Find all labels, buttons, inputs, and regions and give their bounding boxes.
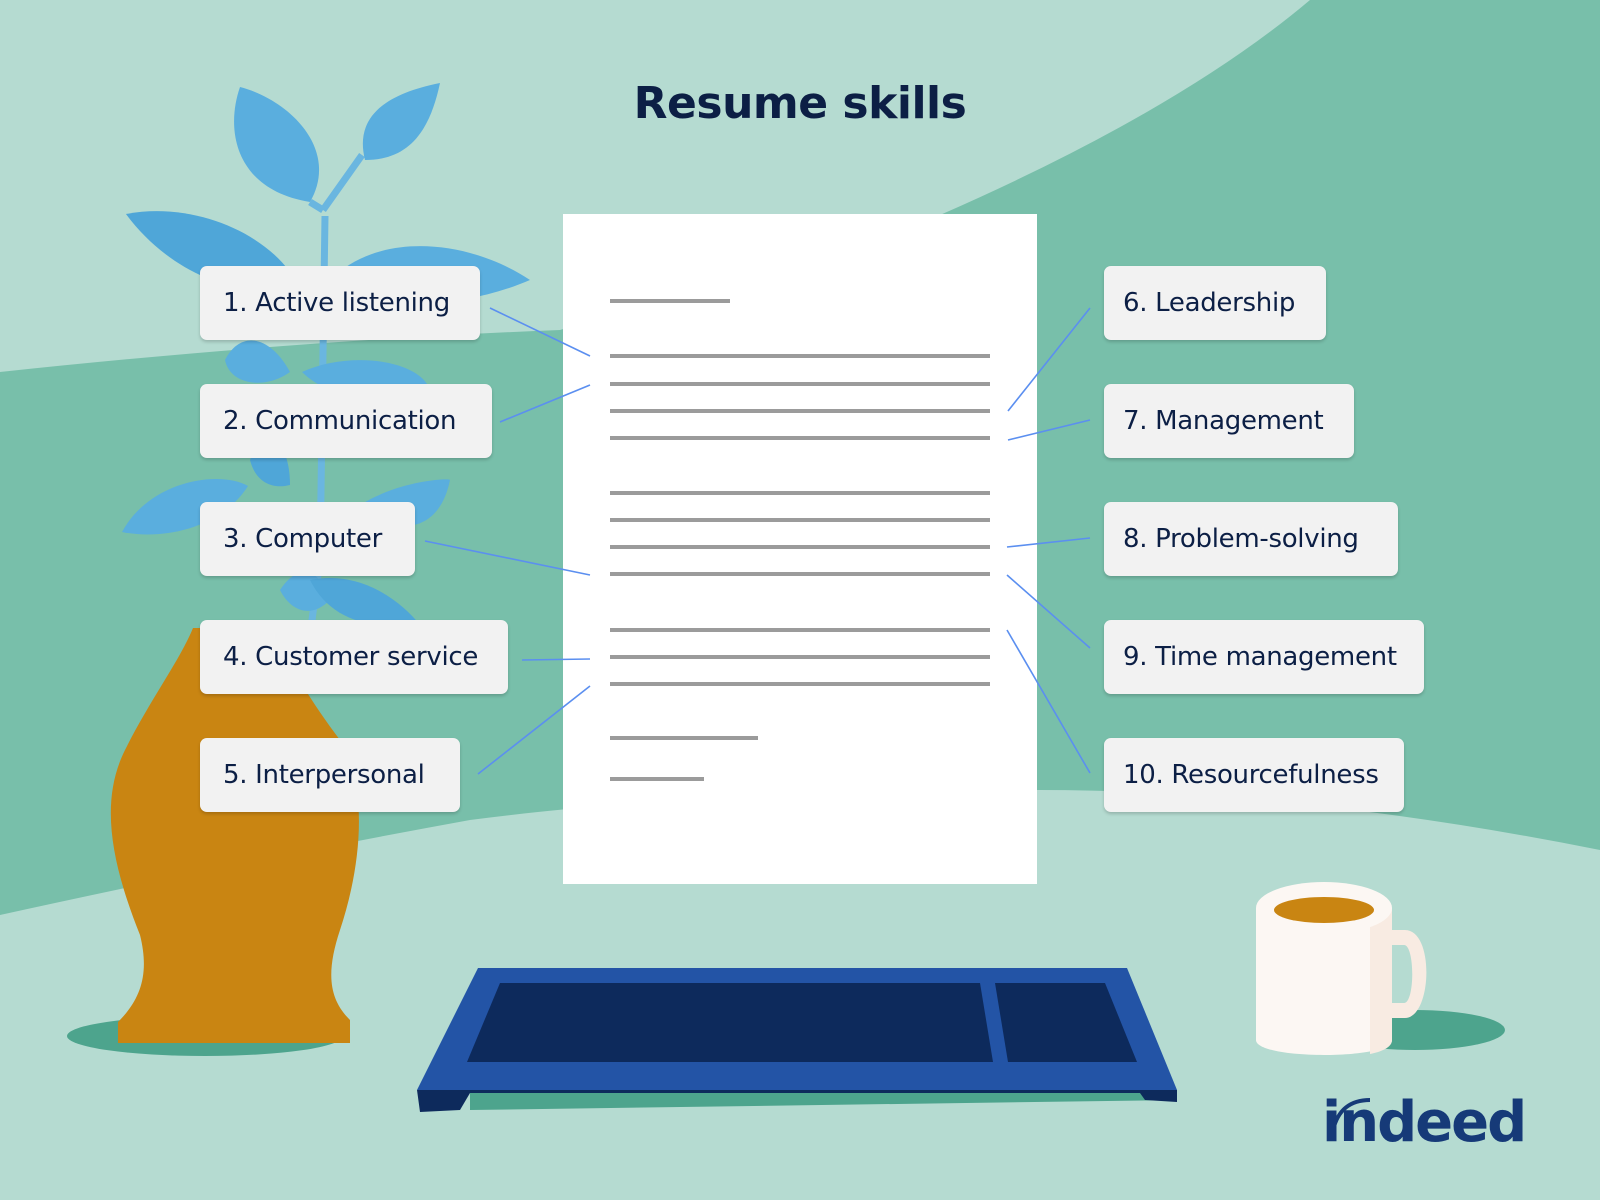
document-text-line [610, 777, 704, 781]
skill-label: 2. Communication [200, 384, 492, 458]
document-text-line [610, 382, 990, 386]
document-text-line [610, 572, 990, 576]
document-text-line [610, 518, 990, 522]
page-title: Resume skills [633, 78, 967, 129]
document-text-line [610, 354, 990, 358]
document-text-line [610, 299, 730, 303]
skill-label: 3. Computer [200, 502, 415, 576]
document-icon [563, 214, 1037, 884]
skill-label: 10. Resourcefulness [1104, 738, 1404, 812]
skill-label: 1. Active listening [200, 266, 480, 340]
document-text-line [610, 736, 758, 740]
skill-label: 6. Leadership [1104, 266, 1326, 340]
document-text-line [610, 628, 990, 632]
document-text-line [610, 491, 990, 495]
document-text-line [610, 655, 990, 659]
document-text-line [610, 545, 990, 549]
skill-label: 8. Problem-solving [1104, 502, 1398, 576]
connector-line [521, 658, 591, 661]
indeed-logo: indeed [1322, 1090, 1527, 1155]
skill-label: 5. Interpersonal [200, 738, 460, 812]
keyboard-icon [417, 968, 1177, 1112]
document-text-line [610, 682, 990, 686]
illustration-scene [0, 0, 1600, 1131]
skill-label: 4. Customer service [200, 620, 508, 694]
document-text-line [610, 436, 990, 440]
skill-label: 9. Time management [1104, 620, 1424, 694]
skill-label: 7. Management [1104, 384, 1354, 458]
document-text-line [610, 409, 990, 413]
